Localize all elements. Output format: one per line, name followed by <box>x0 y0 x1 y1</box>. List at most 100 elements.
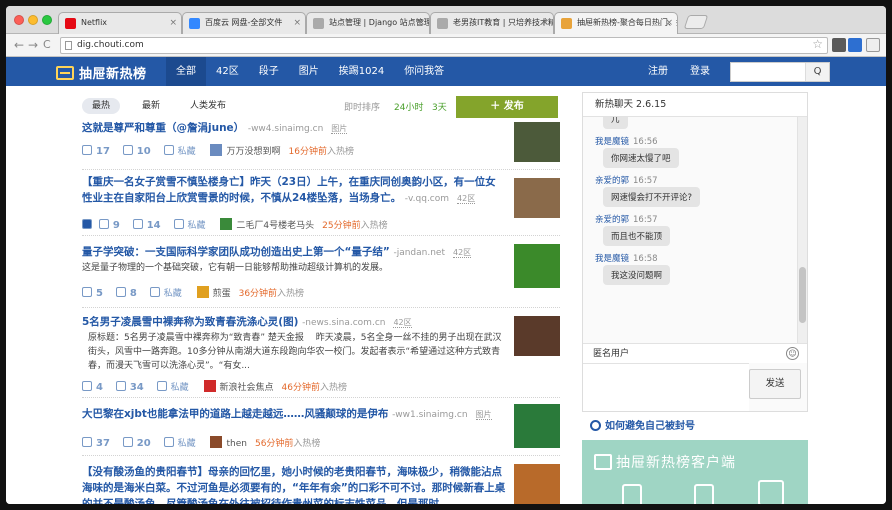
item-title[interactable]: 【没有酸汤鱼的贵阳春节】母亲的回忆里，她小时候的老贵阳春节，海味极少，稍微能沾点… <box>82 466 505 504</box>
instant-sort-label[interactable]: 即时排序 <box>344 100 380 113</box>
user-name[interactable]: 二毛厂4号楼老马头 <box>236 221 314 231</box>
comment-icon[interactable] <box>122 145 133 155</box>
back-arrow-icon[interactable]: ← <box>14 38 24 52</box>
close-tab-icon[interactable]: × <box>169 13 177 33</box>
tab-baidu-pan[interactable]: 百度云 网盘-全部文件 × <box>182 12 306 34</box>
item-title[interactable]: 大巴黎在xjbt也能拿法甲的道路上越走越远……风骚颠球的是伊布 <box>82 408 388 420</box>
nav-42qu[interactable]: 42区 <box>206 57 249 86</box>
item-title[interactable]: 这就是尊严和尊重（@詹涓june） <box>82 122 244 134</box>
item-tag[interactable]: 42区 <box>393 318 412 328</box>
nav-qa[interactable]: 你问我答 <box>394 57 454 86</box>
comment-icon[interactable] <box>122 437 133 447</box>
bookmark-icon[interactable] <box>149 287 160 297</box>
menu-icon[interactable] <box>866 38 880 52</box>
save-label[interactable]: 私藏 <box>178 147 196 157</box>
close-window-button[interactable] <box>14 15 24 25</box>
item-thumbnail[interactable] <box>514 464 560 504</box>
chat-messages[interactable]: 儿 我是魔镜 16:56 你网速太慢了吧 亲爱的郭 16:57 网速慢会打不开评论?… <box>583 117 797 343</box>
bookmark-icon[interactable] <box>173 219 184 229</box>
reload-icon[interactable]: C <box>43 38 51 51</box>
user-name[interactable]: then <box>226 439 246 449</box>
new-tab-button[interactable] <box>683 15 709 29</box>
avatar[interactable] <box>196 286 209 298</box>
login-link[interactable]: 登录 <box>690 57 710 86</box>
upvote-icon[interactable] <box>98 219 109 229</box>
nav-jokes[interactable]: 段子 <box>249 57 289 86</box>
item-title[interactable]: 5名男子凌晨雪中裸奔称为致青春洗涤心灵(图) <box>82 316 298 328</box>
sort-new[interactable]: 最新 <box>132 98 170 114</box>
video-play-icon[interactable] <box>82 219 92 229</box>
nav-images[interactable]: 图片 <box>289 57 329 86</box>
item-thumbnail[interactable] <box>514 404 560 448</box>
user-name[interactable]: 新浪社会焦点 <box>220 383 274 393</box>
item-thumbnail[interactable] <box>514 244 560 288</box>
avatar[interactable] <box>210 436 223 448</box>
upvote-icon[interactable] <box>82 381 92 391</box>
avatar[interactable] <box>220 218 233 230</box>
item-thumbnail[interactable] <box>514 178 560 218</box>
app-promo-banner[interactable]: 抽屉新热榜客户端 <box>582 440 808 504</box>
upvote-icon[interactable] <box>82 437 92 447</box>
bookmark-icon[interactable] <box>163 145 174 155</box>
tab-django-admin[interactable]: 站点管理 | Django 站点管理 × <box>306 12 430 34</box>
comment-icon[interactable] <box>115 381 126 391</box>
bookmark-star-icon[interactable]: ☆ <box>812 37 823 52</box>
sort-hot[interactable]: 最热 <box>82 98 121 114</box>
chat-scrollbar[interactable] <box>797 117 807 343</box>
avoid-ban-link[interactable]: 如何避免自己被封号 <box>590 417 695 432</box>
timeframe-3d[interactable]: 3天 <box>432 100 447 113</box>
close-tab-icon[interactable]: × <box>293 13 301 33</box>
scrollbar-thumb[interactable] <box>799 267 806 323</box>
address-bar[interactable]: dig.chouti.com ☆ <box>60 37 828 54</box>
save-label[interactable]: 私藏 <box>171 383 189 393</box>
extension-icon[interactable] <box>832 38 846 52</box>
site-logo[interactable]: 抽屉新热榜 <box>56 63 147 82</box>
comment-icon[interactable] <box>132 219 143 229</box>
avatar[interactable] <box>210 144 223 156</box>
nav-all[interactable]: 全部 <box>166 57 206 86</box>
minimize-window-button[interactable] <box>28 15 38 25</box>
tab-oldboy[interactable]: 老男孩IT教育 | 只培养技术精英 × <box>430 12 554 34</box>
tab-netflix[interactable]: Netflix × <box>58 12 182 34</box>
close-tab-icon[interactable]: × <box>541 13 549 33</box>
item-thumbnail[interactable] <box>514 316 560 356</box>
sender-name[interactable]: 我是魔镜 <box>595 254 629 264</box>
send-button[interactable]: 发送 <box>749 369 801 399</box>
upvote-icon[interactable] <box>82 145 92 155</box>
close-tab-icon[interactable]: × <box>417 13 425 33</box>
chat-input[interactable] <box>583 363 749 411</box>
bookmark-icon[interactable] <box>163 437 174 447</box>
item-tag[interactable]: 图片 <box>331 124 348 134</box>
item-tag[interactable]: 42区 <box>453 248 472 258</box>
save-label[interactable]: 私藏 <box>178 439 196 449</box>
register-link[interactable]: 注册 <box>648 57 668 86</box>
comment-icon[interactable] <box>115 287 126 297</box>
save-label[interactable]: 私藏 <box>164 289 182 299</box>
timeframe-24h[interactable]: 24小时 <box>394 100 423 113</box>
search-box[interactable]: Q <box>730 62 830 82</box>
search-icon[interactable]: Q <box>805 63 829 81</box>
sender-name[interactable]: 亲爱的郭 <box>595 176 629 186</box>
item-tag[interactable]: 图片 <box>475 410 492 420</box>
item-title[interactable]: 量子学突破：一支国际科学家团队成功创造出史上第一个“量子结” <box>82 246 390 258</box>
sort-human[interactable]: 人类发布 <box>180 98 236 114</box>
publish-button[interactable]: ＋ 发布 <box>456 96 558 118</box>
extension-icon[interactable] <box>848 38 862 52</box>
zoom-window-button[interactable] <box>42 15 52 25</box>
item-thumbnail[interactable] <box>514 122 560 162</box>
sender-name[interactable]: 亲爱的郭 <box>595 215 629 225</box>
user-name[interactable]: 万万没想到啊 <box>226 147 280 157</box>
sender-name[interactable]: 我是魔镜 <box>595 137 629 147</box>
forward-arrow-icon[interactable]: → <box>28 38 38 52</box>
bookmark-icon[interactable] <box>156 381 167 391</box>
upvote-icon[interactable] <box>82 287 92 297</box>
item-tag[interactable]: 42区 <box>457 194 476 204</box>
emoji-icon[interactable]: ☺ <box>786 347 799 360</box>
save-label[interactable]: 私藏 <box>188 221 206 231</box>
avatar[interactable] <box>203 380 216 392</box>
tab-chouti[interactable]: 抽屉新热榜-聚合每日热门、搞笑× <box>554 12 678 34</box>
message-time: 16:57 <box>633 176 658 186</box>
nav-tech[interactable]: 挨踢1024 <box>329 57 394 86</box>
user-name[interactable]: 煎蛋 <box>213 289 231 299</box>
close-tab-icon[interactable]: × <box>665 13 673 33</box>
